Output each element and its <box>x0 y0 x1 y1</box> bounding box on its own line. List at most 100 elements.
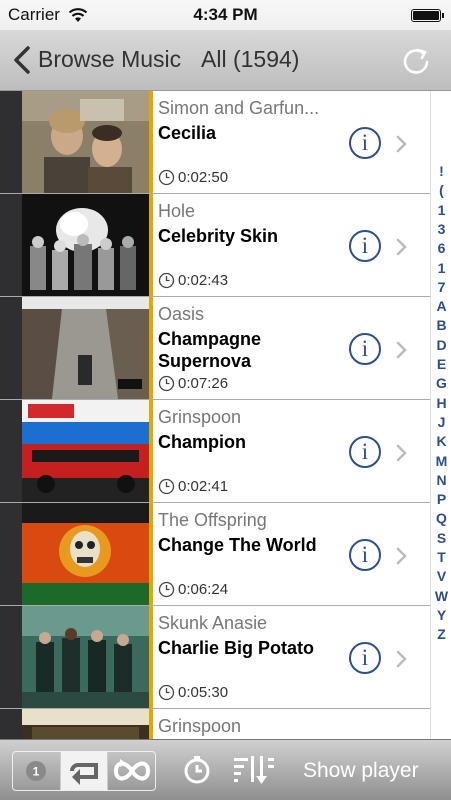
track-title: Champion <box>158 432 246 452</box>
row-gutter <box>0 400 22 502</box>
repeat-one-label: 1 <box>33 765 40 779</box>
row-accent-bar <box>149 503 153 605</box>
track-title: Cecilia <box>158 123 217 143</box>
track-duration: 0:05:30 <box>178 684 229 701</box>
index-letter[interactable]: G <box>431 375 451 391</box>
row-accent-bar <box>149 194 153 296</box>
repeat-mode-selector[interactable]: 1 <box>12 751 156 791</box>
back-chevron-icon[interactable] <box>10 45 34 75</box>
clock-icon <box>158 478 175 495</box>
track-title: Champagne Supernova <box>158 329 262 371</box>
index-letter[interactable]: Y <box>431 607 451 623</box>
index-letter[interactable]: V <box>431 568 451 584</box>
chevron-right-icon[interactable] <box>396 135 408 153</box>
page-title: All (1594) <box>201 46 300 72</box>
chevron-right-icon[interactable] <box>396 238 408 256</box>
index-letter[interactable]: Q <box>431 510 451 526</box>
row-accent-bar <box>149 709 153 739</box>
track-row[interactable]: Hole Celebrity Skin 0:02:43 i <box>0 194 430 297</box>
repeat-all-button[interactable] <box>60 752 109 790</box>
index-letter[interactable]: E <box>431 356 451 372</box>
info-icon[interactable]: i <box>349 127 381 159</box>
index-letter[interactable]: 1 <box>431 202 451 218</box>
show-player-button[interactable]: Show player <box>303 759 419 783</box>
index-letter[interactable]: 1 <box>431 260 451 276</box>
status-time: 4:34 PM <box>193 5 258 24</box>
index-letter[interactable]: 3 <box>431 221 451 237</box>
row-gutter <box>0 91 22 193</box>
row-accent-bar <box>149 297 153 399</box>
row-gutter <box>0 503 22 605</box>
index-letter[interactable]: K <box>431 433 451 449</box>
sort-icon[interactable] <box>232 754 276 786</box>
row-accent-bar <box>149 606 153 708</box>
index-letter[interactable]: W <box>431 588 451 604</box>
index-letter[interactable]: N <box>431 472 451 488</box>
track-artist: Simon and Garfun... <box>158 98 320 118</box>
sleep-timer-icon[interactable] <box>182 755 212 785</box>
index-letter[interactable]: J <box>431 414 451 430</box>
row-accent-bar <box>149 91 153 193</box>
track-row[interactable]: The Offspring Change The World 0:06:24 i <box>0 503 430 606</box>
track-title: Celebrity Skin <box>158 226 279 246</box>
index-letter[interactable]: ( <box>431 182 451 198</box>
clock-icon <box>158 375 175 392</box>
track-duration: 0:02:43 <box>178 272 229 289</box>
track-duration: 0:02:41 <box>178 478 229 495</box>
track-duration: 0:06:24 <box>178 581 229 598</box>
track-title: Charlie Big Potato <box>158 638 315 658</box>
album-cover <box>22 709 149 739</box>
chevron-right-icon[interactable] <box>396 650 408 668</box>
info-icon[interactable]: i <box>349 539 381 571</box>
chevron-right-icon[interactable] <box>396 547 408 565</box>
section-index-bar[interactable]: ! (1 3 6 1 7 A B D E G H J K M N P Q S T V W Y Z <box>430 91 451 739</box>
info-icon[interactable]: i <box>349 333 381 365</box>
track-row[interactable]: Skunk Anasie Charlie Big Potato 0:05:30 … <box>0 606 430 709</box>
index-letter[interactable]: S <box>431 530 451 546</box>
track-artist: Hole <box>158 201 196 221</box>
index-letter[interactable]: T <box>431 549 451 565</box>
clock-icon <box>158 581 175 598</box>
navigation-bar: Browse Music All (1594) <box>0 30 451 91</box>
album-cover <box>22 400 149 502</box>
index-letter[interactable]: 7 <box>431 279 451 295</box>
index-letter[interactable]: P <box>431 491 451 507</box>
info-icon[interactable]: i <box>349 642 381 674</box>
index-letter[interactable]: H <box>431 395 451 411</box>
chevron-right-icon[interactable] <box>396 444 408 462</box>
track-artist: Oasis <box>158 304 205 324</box>
index-letter[interactable]: B <box>431 317 451 333</box>
track-artist: Grinspoon <box>158 716 242 736</box>
track-duration: 0:07:26 <box>178 375 229 392</box>
track-duration: 0:02:50 <box>178 169 229 186</box>
album-cover <box>22 194 149 296</box>
index-letter[interactable]: A <box>431 298 451 314</box>
row-gutter <box>0 194 22 296</box>
track-artist: The Offspring <box>158 510 267 530</box>
index-letter[interactable]: 6 <box>431 240 451 256</box>
clock-icon <box>158 684 175 701</box>
shuffle-button[interactable] <box>108 752 155 790</box>
track-artist: Grinspoon <box>158 407 242 427</box>
index-letter[interactable]: D <box>431 337 451 353</box>
row-accent-bar <box>149 400 153 502</box>
refresh-icon[interactable] <box>401 44 431 76</box>
track-row[interactable]: Grinspoon Champion 0:02:41 i <box>0 400 430 503</box>
index-letter[interactable]: M <box>431 453 451 469</box>
index-letter[interactable]: Z <box>431 626 451 642</box>
album-cover <box>22 606 149 708</box>
album-cover <box>22 503 149 605</box>
track-row[interactable]: Oasis Champagne Supernova 0:07:26 i <box>0 297 430 400</box>
track-row[interactable]: Simon and Garfun... Cecilia 0:02:50 i <box>0 91 430 194</box>
track-row[interactable]: Grinspoon <box>0 709 430 739</box>
repeat-one-button[interactable]: 1 <box>13 752 61 790</box>
index-letter[interactable]: ! <box>431 163 451 179</box>
back-button[interactable]: Browse Music <box>38 46 181 73</box>
track-list[interactable]: Simon and Garfun... Cecilia 0:02:50 i Ho… <box>0 91 430 739</box>
info-icon[interactable]: i <box>349 230 381 262</box>
infinity-loop-icon <box>113 759 150 781</box>
repeat-icon <box>70 763 98 785</box>
info-icon[interactable]: i <box>349 436 381 468</box>
chevron-right-icon[interactable] <box>396 341 408 359</box>
album-cover <box>22 297 149 399</box>
